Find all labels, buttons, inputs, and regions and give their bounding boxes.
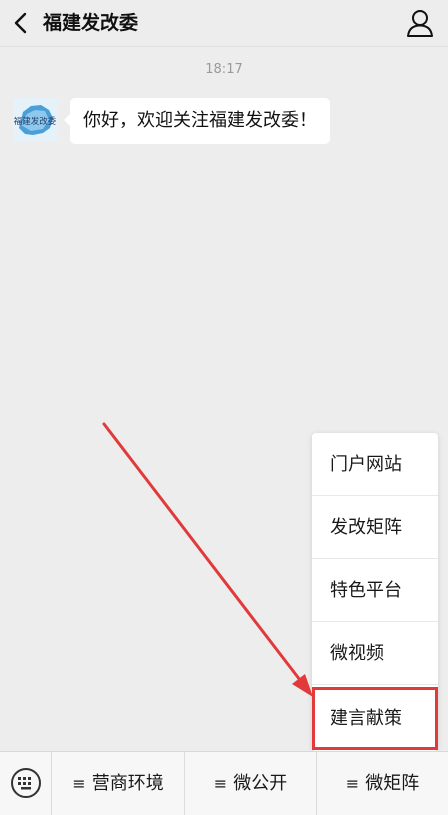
menu-item-video[interactable]: 微视频 xyxy=(312,622,438,685)
page-title: 福建发改委 xyxy=(43,12,139,34)
keyboard-icon xyxy=(11,768,41,798)
top-bar: 福建发改委 xyxy=(0,0,448,47)
arrow-head-icon xyxy=(292,674,313,697)
menu-item-suggestions[interactable]: 建言献策 xyxy=(312,687,438,750)
tab-micro-matrix[interactable]: ≡ 微矩阵 xyxy=(317,752,448,815)
tab-label: 微公开 xyxy=(233,773,288,794)
menu-item-platform[interactable]: 特色平台 xyxy=(312,559,438,622)
message-timestamp: 18:17 xyxy=(205,62,243,77)
back-button[interactable] xyxy=(10,9,36,37)
tab-label: 营商环境 xyxy=(91,773,164,794)
menu-item-portal[interactable]: 门户网站 xyxy=(312,433,438,496)
menu-lines-icon: ≡ xyxy=(345,774,360,793)
welcome-message-bubble: 你好，欢迎关注福建发改委！ xyxy=(64,98,330,144)
svg-text:福建发改委: 福建发改委 xyxy=(14,116,57,127)
keyboard-toggle-button[interactable] xyxy=(0,752,52,815)
menu-lines-icon: ≡ xyxy=(213,774,228,793)
tab-label: 微矩阵 xyxy=(365,773,420,794)
bottom-menu-bar: ≡ 营商环境 ≡ 微公开 ≡ 微矩阵 xyxy=(0,751,448,815)
avatar-logo: 福建发改委 xyxy=(13,98,57,142)
tab-public-info[interactable]: ≡ 微公开 xyxy=(185,752,317,815)
account-avatar[interactable]: 福建发改委 xyxy=(13,98,57,142)
popup-menu: 门户网站 发改矩阵 特色平台 微视频 建言献策 xyxy=(312,433,438,751)
menu-item-matrix[interactable]: 发改矩阵 xyxy=(312,496,438,559)
menu-lines-icon: ≡ xyxy=(72,774,86,793)
tab-business-environment[interactable]: ≡ 营商环境 xyxy=(52,752,185,815)
profile-button[interactable] xyxy=(406,8,434,38)
person-icon xyxy=(407,10,433,37)
chevron-left-icon xyxy=(14,12,27,34)
